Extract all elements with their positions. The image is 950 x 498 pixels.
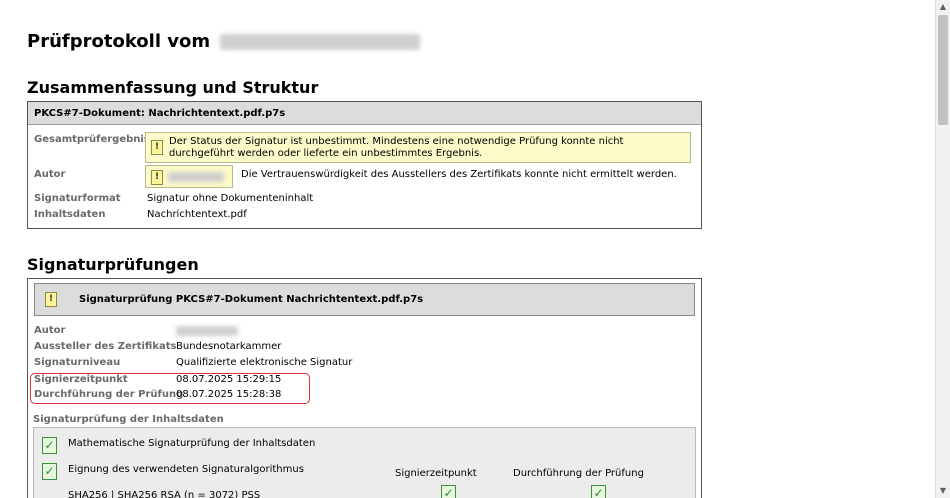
check-icon: ✓ <box>591 485 606 498</box>
redacted-date <box>220 34 421 50</box>
check-icon: ✓ <box>42 463 57 480</box>
check-icon: ✓ <box>441 485 456 498</box>
author-note: Die Vertrauenswürdigkeit des Ausstellers… <box>241 169 677 180</box>
warning-icon: ! <box>45 292 57 307</box>
algorithm-value: SHA256 | SHA256 RSA (n = 3072) PSS <box>68 490 261 498</box>
highlight-frame <box>30 373 310 404</box>
content-check-box: ✓ Mathematische Signaturprüfung der Inha… <box>33 427 696 498</box>
detail-label-level: Signaturniveau <box>34 357 121 368</box>
content-value: Nachrichtentext.pdf <box>147 209 247 220</box>
check-icon: ✓ <box>42 437 57 454</box>
vertical-scrollbar[interactable]: ▲ ▼ <box>935 0 950 498</box>
signature-heading: Signaturprüfungen <box>27 255 199 274</box>
check-math: Mathematische Signaturprüfung der Inhalt… <box>68 438 316 449</box>
detail-label-author: Autor <box>34 325 66 336</box>
result-label: Gesamtprüfergebnis <box>34 134 150 145</box>
scroll-up-arrow-icon[interactable]: ▲ <box>936 0 950 14</box>
format-value: Signatur ohne Dokumenteninhalt <box>147 193 314 204</box>
summary-doc-header: PKCS#7-Dokument: Nachrichtentext.pdf.p7s <box>28 102 701 125</box>
format-label: Signaturformat <box>34 193 121 204</box>
signature-check-title: Signaturprüfung PKCS#7-Dokument Nachrich… <box>79 294 424 305</box>
column-signing-time: Signierzeitpunkt <box>395 468 477 479</box>
content-check-heading: Signaturprüfung der Inhaltsdaten <box>33 414 224 425</box>
scroll-down-arrow-icon[interactable]: ▼ <box>936 484 950 498</box>
author-label: Autor <box>34 169 66 180</box>
redacted-author <box>168 172 224 182</box>
result-warning: ! Der Status der Signatur ist unbestimmt… <box>145 132 691 163</box>
column-check-time: Durchführung der Prüfung <box>513 468 644 479</box>
warning-icon: ! <box>151 140 163 155</box>
summary-heading: Zusammenfassung und Struktur <box>27 78 319 97</box>
summary-box: PKCS#7-Dokument: Nachrichtentext.pdf.p7s… <box>27 101 702 229</box>
detail-label-issuer: Aussteller des Zertifikats <box>34 341 177 352</box>
detail-value-level: Qualifizierte elektronische Signatur <box>176 357 353 368</box>
content-label: Inhaltsdaten <box>34 209 106 220</box>
check-algorithm: Eignung des verwendeten Signaturalgorith… <box>68 464 304 475</box>
author-warning: ! <box>145 165 233 188</box>
detail-value-issuer: Bundesnotarkammer <box>176 341 282 352</box>
signature-check-header[interactable]: ! Signaturprüfung PKCS#7-Dokument Nachri… <box>34 283 695 316</box>
redacted-signer <box>176 326 238 336</box>
page-title-text: Prüfprotokoll vom <box>27 31 211 52</box>
page-title: Prüfprotokoll vom <box>27 31 421 52</box>
warning-icon: ! <box>151 170 163 185</box>
report-page: Prüfprotokoll vom Zusammenfassung und St… <box>0 0 935 498</box>
result-text: Der Status der Signatur ist unbestimmt. … <box>169 136 624 159</box>
scroll-thumb[interactable] <box>938 15 948 125</box>
